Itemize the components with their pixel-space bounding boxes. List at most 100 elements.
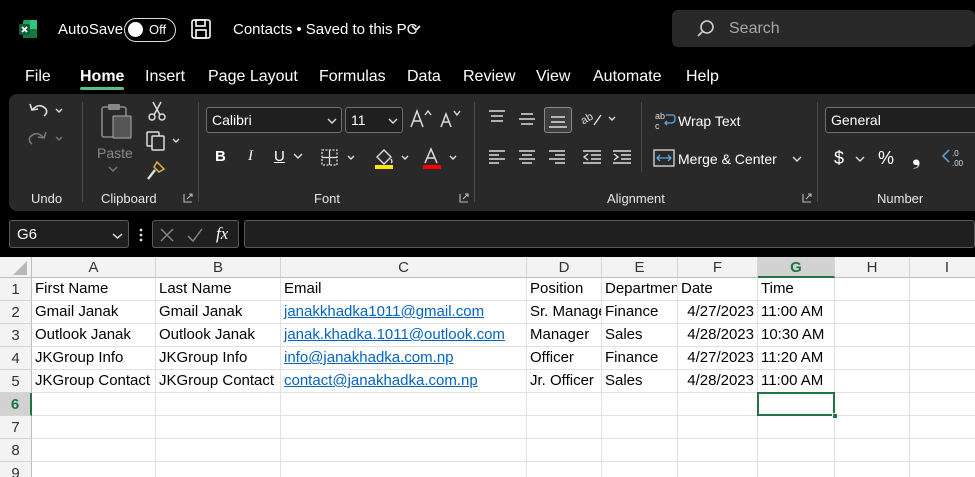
- cell-g8[interactable]: [758, 439, 835, 462]
- chevron-down-icon[interactable]: [292, 152, 304, 160]
- redo-icon[interactable]: [27, 128, 67, 150]
- cell-h4[interactable]: [835, 347, 910, 370]
- cell-a5[interactable]: JKGroup Contact: [32, 370, 156, 393]
- tab-formulas[interactable]: Formulas: [319, 68, 386, 86]
- cell-f8[interactable]: [678, 439, 758, 462]
- document-title[interactable]: Contacts • Saved to this PC: [233, 21, 418, 38]
- fill-handle[interactable]: [832, 413, 838, 419]
- row-header-5[interactable]: 5: [0, 370, 32, 393]
- increase-indent-icon[interactable]: [611, 148, 633, 166]
- tab-insert[interactable]: Insert: [145, 68, 185, 86]
- cell-g4[interactable]: 11:20 AM: [758, 347, 835, 370]
- cell-e5[interactable]: Sales: [602, 370, 678, 393]
- cell-b7[interactable]: [156, 416, 281, 439]
- cell-f4[interactable]: 4/27/2023: [678, 347, 758, 370]
- cell-f2[interactable]: 4/27/2023: [678, 301, 758, 324]
- tab-data[interactable]: Data: [407, 68, 441, 86]
- row-header-8[interactable]: 8: [0, 439, 32, 462]
- cell-c5[interactable]: contact@janakhadka.com.np: [281, 370, 527, 393]
- cell-a9[interactable]: [32, 462, 156, 477]
- bold-button[interactable]: B: [215, 148, 226, 165]
- cell-a3[interactable]: Outlook Janak: [32, 324, 156, 347]
- cell-f3[interactable]: 4/28/2023: [678, 324, 758, 347]
- formula-input[interactable]: [244, 220, 975, 248]
- font-size-combo[interactable]: 11: [345, 107, 403, 133]
- tab-view[interactable]: View: [536, 68, 570, 86]
- cell-f5[interactable]: 4/28/2023: [678, 370, 758, 393]
- cell-b2[interactable]: Gmail Janak: [156, 301, 281, 324]
- row-header-2[interactable]: 2: [0, 301, 32, 324]
- row-header-4[interactable]: 4: [0, 347, 32, 370]
- fill-color-icon[interactable]: [373, 147, 415, 171]
- bottom-align-button[interactable]: [544, 107, 572, 133]
- cell-d2[interactable]: Sr. Manager: [527, 301, 602, 324]
- tab-file[interactable]: File: [25, 68, 51, 86]
- cell-d7[interactable]: [527, 416, 602, 439]
- chevron-down-icon[interactable]: [388, 117, 398, 125]
- cell-i7[interactable]: [910, 416, 975, 439]
- column-header-d[interactable]: D: [527, 257, 602, 278]
- cell-f9[interactable]: [678, 462, 758, 477]
- cell-a1[interactable]: First Name: [32, 278, 156, 301]
- cell-i3[interactable]: [910, 324, 975, 347]
- cell-i2[interactable]: [910, 301, 975, 324]
- comma-style-button[interactable]: ❟: [912, 144, 921, 170]
- row-header-1[interactable]: 1: [0, 278, 32, 301]
- dialog-launcher-icon[interactable]: [802, 193, 812, 203]
- column-header-b[interactable]: B: [156, 257, 281, 278]
- cell-g5[interactable]: 11:00 AM: [758, 370, 835, 393]
- name-box[interactable]: G6: [9, 220, 129, 248]
- paste-icon[interactable]: [99, 102, 135, 142]
- cell-h8[interactable]: [835, 439, 910, 462]
- chevron-down-icon[interactable]: [854, 155, 866, 163]
- cell-b8[interactable]: [156, 439, 281, 462]
- cell-e4[interactable]: Finance: [602, 347, 678, 370]
- cell-e8[interactable]: [602, 439, 678, 462]
- cell-b4[interactable]: JKGroup Info: [156, 347, 281, 370]
- cell-c4[interactable]: info@janakhadka.com.np: [281, 347, 527, 370]
- cell-c8[interactable]: [281, 439, 527, 462]
- cell-h1[interactable]: [835, 278, 910, 301]
- decrease-font-size-icon[interactable]: [439, 108, 463, 130]
- font-color-icon[interactable]: [421, 147, 463, 171]
- cell-d6[interactable]: [527, 393, 602, 416]
- chevron-down-icon[interactable]: [327, 117, 337, 125]
- underline-button[interactable]: U: [274, 148, 285, 165]
- cell-c2[interactable]: janakkhadka1011@gmail.com: [281, 301, 527, 324]
- tab-review[interactable]: Review: [463, 68, 515, 86]
- row-header-9[interactable]: 9: [0, 462, 32, 477]
- borders-icon[interactable]: [320, 148, 360, 168]
- cell-f6[interactable]: [678, 393, 758, 416]
- cell-e2[interactable]: Finance: [602, 301, 678, 324]
- row-header-3[interactable]: 3: [0, 324, 32, 347]
- tab-automate[interactable]: Automate: [593, 68, 661, 86]
- cell-b9[interactable]: [156, 462, 281, 477]
- align-right-icon[interactable]: [547, 148, 567, 166]
- cell-d4[interactable]: Officer: [527, 347, 602, 370]
- save-icon[interactable]: [190, 18, 212, 40]
- row-header-6[interactable]: 6: [0, 393, 32, 416]
- insert-function-button[interactable]: fx: [216, 224, 228, 244]
- cell-b6[interactable]: [156, 393, 281, 416]
- copy-icon[interactable]: [145, 130, 185, 152]
- column-header-h[interactable]: H: [835, 257, 910, 278]
- more-options-icon[interactable]: [138, 227, 144, 243]
- cell-h6[interactable]: [835, 393, 910, 416]
- cell-d1[interactable]: Position: [527, 278, 602, 301]
- cell-a6[interactable]: [32, 393, 156, 416]
- cell-h2[interactable]: [835, 301, 910, 324]
- cell-a4[interactable]: JKGroup Info: [32, 347, 156, 370]
- cell-c7[interactable]: [281, 416, 527, 439]
- middle-align-icon[interactable]: [517, 110, 537, 128]
- wrap-text-label[interactable]: Wrap Text: [678, 113, 741, 129]
- percent-style-button[interactable]: %: [878, 148, 894, 169]
- align-left-icon[interactable]: [487, 148, 507, 166]
- increase-font-size-icon[interactable]: [409, 108, 433, 130]
- cell-c6[interactable]: [281, 393, 527, 416]
- cell-c9[interactable]: [281, 462, 527, 477]
- cell-i5[interactable]: [910, 370, 975, 393]
- tab-home[interactable]: Home: [80, 68, 124, 86]
- cell-i1[interactable]: [910, 278, 975, 301]
- search-box[interactable]: Search: [672, 10, 975, 47]
- accounting-format-button[interactable]: $: [834, 148, 844, 169]
